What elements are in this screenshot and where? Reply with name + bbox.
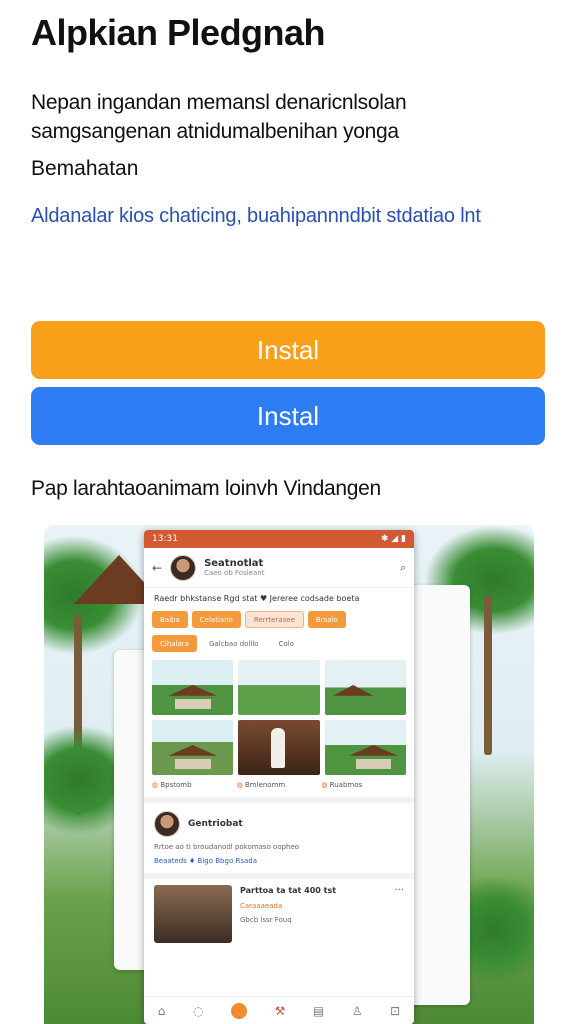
palm-trunk (484, 595, 492, 755)
app-subtitle: Bemahatan (31, 157, 139, 180)
person-photo (154, 885, 232, 943)
profile-header: ← Seatnotlat Caeo ob Fosleant ⌕ (144, 548, 414, 588)
post-author: Gentriobat (188, 819, 243, 829)
chip: Rerrterasee (244, 611, 304, 628)
chip: Galcbao dolllo (200, 635, 267, 652)
calendar-icon: ▤ (312, 1003, 325, 1018)
profile-subtitle: Caeo ob Fosleant (204, 569, 265, 577)
screenshot-preview[interactable]: 13:31 ✱ ◢ ▮ ← Seatnotlat Caeo ob Foslean… (44, 525, 534, 1024)
phone-screenshot: 13:31 ✱ ◢ ▮ ← Seatnotlat Caeo ob Foslean… (144, 530, 414, 1024)
photo-tile (152, 660, 234, 715)
avatar (170, 554, 197, 581)
post-links: Beaateds ♦ Bigo Bbgo Rsada (154, 857, 257, 865)
tile-caption: Bpstomb (152, 781, 237, 789)
post-text: Rrtoe ao ti broudanodl pokomaso oopheo (154, 843, 300, 851)
bottom-tab-bar: ⌂ ◌ ⚒ ▤ ♙ ⊡ (144, 996, 414, 1024)
status-time: 13:31 (152, 534, 178, 544)
chip-row-2: Cihalara Galcbao dolllo Colo (144, 633, 414, 654)
install-button-primary[interactable]: Instal (31, 321, 545, 379)
search-icon: ⌕ (399, 560, 406, 574)
photo-tile (324, 660, 406, 715)
photo-tile (324, 720, 406, 775)
tile-caption: Ruabmos (321, 781, 406, 789)
photo-tile (238, 720, 320, 775)
chip: Cihalara (152, 635, 197, 652)
chip: Colo (270, 635, 302, 652)
card-meta-2: Gbcb lssr Fouq (240, 916, 292, 924)
chip-row-1: Baiba Celatiano Rerrterasee Brsalo (144, 609, 414, 630)
chip: Brsalo (307, 611, 346, 628)
card-meta: Caraaaeada (240, 902, 283, 910)
chip: Celatiano (191, 611, 241, 628)
post-section: Gentriobat Rrtoe ao ti broudanodl pokoma… (144, 797, 414, 873)
profile-name: Seatnotlat (204, 558, 264, 569)
chat-icon: ◌ (192, 1003, 204, 1018)
screenshots-label: Pap larahtaoanimam loinvh Vindangen (31, 477, 381, 500)
photo-tile (238, 660, 320, 715)
home-icon: ⌂ (157, 1003, 166, 1018)
photo-grid (144, 654, 414, 781)
info-link[interactable]: Aldanalar kios chaticing, buahipannndbit… (31, 202, 531, 231)
app-title: Alpkian Pledgnah (31, 12, 326, 53)
chip: Baiba (152, 611, 188, 628)
background-screen-right (406, 585, 470, 1005)
user-icon: ♙ (351, 1003, 363, 1018)
intro-text: Raedr bhkstanse Rgd stat ♥ Jereree codsa… (154, 594, 360, 603)
tile-captions: Bpstomb Bmlenomm Ruabmos (144, 781, 414, 789)
status-bar: 13:31 ✱ ◢ ▮ (144, 530, 414, 548)
media-card: Parttoa ta tat 400 tst ··· Caraaaeada Gb… (144, 873, 414, 949)
app-description: Nepan ingandan memansl denaricnlsolan sa… (31, 91, 407, 143)
tools-icon: ⚒ (274, 1003, 286, 1018)
avatar (154, 811, 180, 837)
back-arrow-icon: ← (152, 560, 163, 575)
photo-tile (152, 720, 234, 775)
settings-icon: ⊡ (390, 1003, 401, 1018)
card-title: Parttoa ta tat 400 tst (240, 886, 337, 895)
more-horizontal-icon: ··· (394, 885, 404, 896)
install-button-secondary[interactable]: Instal (31, 387, 545, 445)
active-tab-icon (231, 1002, 248, 1019)
status-icons: ✱ ◢ ▮ (380, 534, 406, 544)
tile-caption: Bmlenomm (237, 781, 322, 789)
